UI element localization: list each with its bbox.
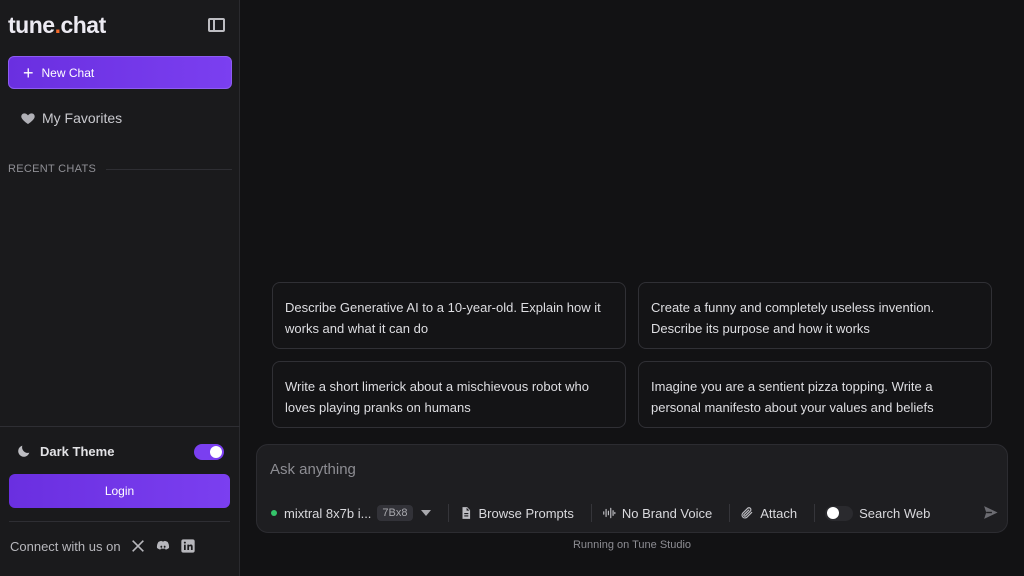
model-selector[interactable]: mixtral 8x7b i... 7Bx8 bbox=[271, 505, 431, 521]
discord-icon[interactable] bbox=[155, 538, 171, 554]
chat-composer: mixtral 8x7b i... 7Bx8 Browse Prompts No… bbox=[256, 444, 1008, 533]
logo[interactable]: tune.chat bbox=[8, 12, 106, 39]
dark-theme-row: Dark Theme bbox=[16, 443, 114, 459]
sidebar-footer-divider bbox=[9, 521, 230, 522]
attach-label: Attach bbox=[760, 505, 798, 521]
model-badge: 7Bx8 bbox=[377, 505, 413, 521]
logo-tail: chat bbox=[60, 12, 106, 38]
waveform-icon bbox=[603, 507, 616, 519]
logo-main: tune bbox=[8, 12, 55, 38]
my-favorites-link[interactable]: My Favorites bbox=[20, 110, 122, 126]
x-icon[interactable] bbox=[130, 538, 146, 554]
heart-icon bbox=[21, 113, 35, 124]
recent-chats-divider bbox=[106, 169, 232, 170]
brand-voice-label: No Brand Voice bbox=[621, 505, 713, 521]
moon-icon bbox=[18, 445, 30, 457]
toolbar-divider bbox=[814, 504, 816, 522]
search-web-toggle-row[interactable]: Search Web bbox=[825, 505, 931, 521]
my-favorites-label: My Favorites bbox=[42, 110, 123, 126]
ask-input[interactable] bbox=[270, 461, 990, 478]
suggestion-card-1[interactable]: Describe Generative AI to a 10-year-old.… bbox=[272, 282, 626, 349]
status-dot-icon bbox=[271, 510, 277, 516]
running-on-note: Running on Tune Studio bbox=[572, 539, 692, 551]
brand-voice-button[interactable]: No Brand Voice bbox=[602, 506, 712, 521]
attach-button[interactable]: Attach bbox=[740, 506, 797, 521]
recent-chats-heading: RECENT CHATS bbox=[8, 163, 97, 175]
plus-icon: + bbox=[23, 62, 34, 83]
connect-row: Connect with us on bbox=[10, 538, 196, 554]
suggestion-card-3[interactable]: Write a short limerick about a mischievo… bbox=[272, 361, 626, 428]
browse-prompts-button[interactable]: Browse Prompts bbox=[459, 506, 574, 521]
composer-toolbar: mixtral 8x7b i... 7Bx8 Browse Prompts No… bbox=[271, 504, 930, 522]
connect-label: Connect with us on bbox=[10, 538, 121, 554]
new-chat-label: New Chat bbox=[41, 65, 95, 80]
linkedin-icon[interactable] bbox=[180, 538, 196, 554]
search-web-toggle[interactable] bbox=[825, 505, 854, 521]
browse-prompts-label: Browse Prompts bbox=[478, 505, 574, 521]
sidebar: tune.chat + New Chat My Favorites RECENT… bbox=[0, 0, 240, 576]
login-button[interactable]: Login bbox=[9, 474, 230, 508]
paperclip-icon bbox=[741, 507, 753, 519]
toolbar-divider bbox=[590, 504, 592, 522]
chevron-down-icon bbox=[420, 510, 431, 516]
toolbar-divider bbox=[447, 504, 449, 522]
suggestion-card-2[interactable]: Create a funny and completely useless in… bbox=[638, 282, 992, 349]
new-chat-button[interactable]: + New Chat bbox=[8, 56, 232, 89]
document-icon bbox=[462, 507, 470, 519]
send-icon[interactable] bbox=[982, 504, 999, 521]
suggestion-card-4[interactable]: Imagine you are a sentient pizza topping… bbox=[638, 361, 992, 428]
dark-theme-toggle[interactable] bbox=[194, 444, 224, 460]
model-name: mixtral 8x7b i... bbox=[284, 505, 372, 521]
toolbar-divider bbox=[729, 504, 731, 522]
sidebar-toggle-icon[interactable] bbox=[208, 18, 225, 32]
dark-theme-label: Dark Theme bbox=[40, 443, 115, 459]
search-web-label: Search Web bbox=[859, 505, 931, 521]
sidebar-bottom-divider bbox=[0, 426, 240, 427]
